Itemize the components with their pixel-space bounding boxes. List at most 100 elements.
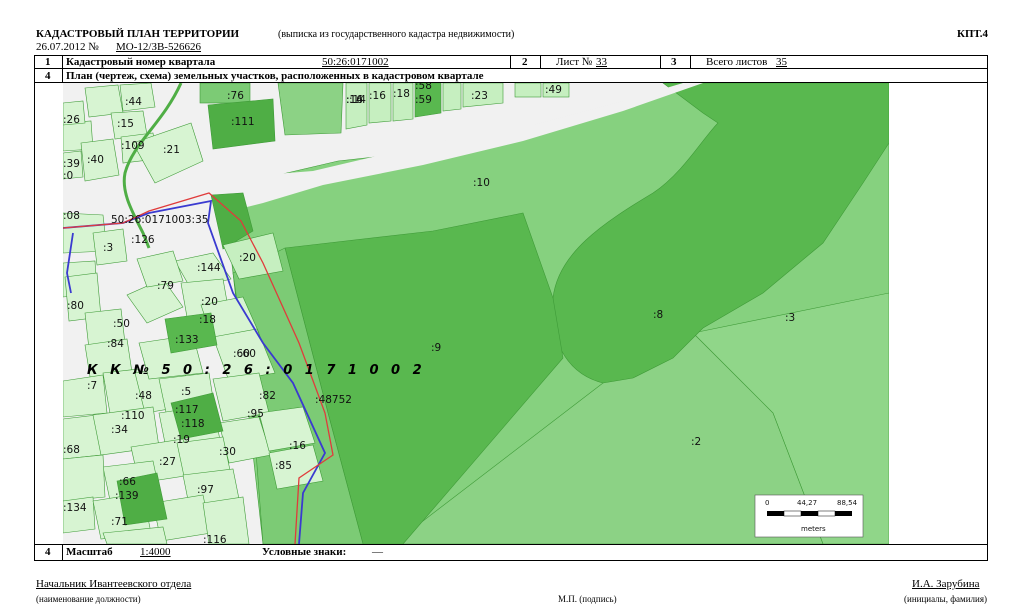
parcel-label: :144 bbox=[197, 262, 221, 274]
parcel-top bbox=[277, 83, 344, 136]
quarter-number-label: Кадастровый номер квартала bbox=[66, 56, 216, 68]
parcel-label: :30 bbox=[219, 446, 236, 458]
parcel-label: :16 bbox=[289, 440, 306, 452]
parcel-label: :110 bbox=[121, 410, 145, 422]
parcel-label: :66 bbox=[119, 476, 136, 488]
parcel-label: :26 bbox=[63, 114, 80, 126]
parcel-label: :48752 bbox=[315, 394, 352, 406]
row-divider bbox=[34, 544, 988, 545]
plan-label: План (чертеж, схема) земельных участков,… bbox=[66, 70, 484, 82]
parcel-label: :21 bbox=[163, 144, 180, 156]
parcel-label: :10 bbox=[473, 177, 490, 189]
parcel-label: :76 bbox=[227, 90, 244, 102]
official-position: Начальник Ивантеевского отдела bbox=[36, 578, 192, 590]
document-subtitle: (выписка из государственного кадастра не… bbox=[278, 29, 515, 40]
parcel-label: :68 bbox=[63, 444, 80, 456]
legend-label: Условные знаки: bbox=[262, 546, 347, 558]
parcel-label: :19 bbox=[173, 434, 190, 446]
parcel-label: :40 bbox=[87, 154, 104, 166]
parcel-label: :18 bbox=[393, 88, 410, 100]
row2-number: 4 bbox=[45, 70, 51, 82]
parcel-label: :97 bbox=[197, 484, 214, 496]
parcel-label: :95 bbox=[247, 408, 264, 420]
cadastral-map: :10 :9 :8 :3 :2 :48752 :111 :76 :14 :44 :15 :16 :40:… bbox=[63, 83, 889, 544]
parcel-label: :20 bbox=[201, 296, 218, 308]
scale-tick-1: 44,27 bbox=[797, 499, 817, 507]
sheet-field-number: 2 bbox=[522, 56, 528, 68]
parcel-label: :80 bbox=[67, 300, 84, 312]
stamp-caption: М.П. (подпись) bbox=[558, 594, 617, 604]
parcel-7 bbox=[442, 83, 462, 112]
name-caption: (инициалы, фамилия) bbox=[904, 594, 987, 604]
parcel-number-label: 50:26:0171003:35 bbox=[111, 214, 208, 226]
parcel-label: :71 bbox=[111, 516, 128, 528]
parcel-label: :7 bbox=[87, 380, 97, 392]
scale-bar: 0 44,27 88,54 meters bbox=[754, 494, 864, 538]
scale-label: Масштаб bbox=[66, 546, 113, 558]
parcel-label: :84 bbox=[107, 338, 124, 350]
col-divider bbox=[540, 55, 541, 68]
parcel-label: :50 bbox=[113, 318, 130, 330]
parcel-label: :85 bbox=[275, 460, 292, 472]
parcel-label: :48 bbox=[135, 390, 152, 402]
parcel-label: :23 bbox=[471, 90, 488, 102]
position-caption: (наименование должности) bbox=[36, 594, 141, 604]
col-divider bbox=[62, 55, 63, 82]
parcel-label: :15 bbox=[117, 118, 134, 130]
parcel-label: :134 bbox=[63, 502, 87, 514]
document-number: МО-12/ЗВ-526626 bbox=[116, 41, 201, 53]
parcel-label: :49 bbox=[545, 84, 562, 96]
parcel-label: :5 bbox=[181, 386, 191, 398]
parcel-label: :14 bbox=[349, 94, 366, 106]
official-name: И.А. Зарубина bbox=[912, 578, 980, 590]
parcel-14 bbox=[345, 83, 368, 130]
col-divider bbox=[690, 55, 691, 68]
parcel-label: :44 bbox=[125, 96, 142, 108]
row1-number: 1 bbox=[45, 56, 51, 68]
parcel-label: :58 bbox=[415, 83, 432, 92]
col-divider bbox=[62, 544, 63, 561]
total-field-number: 3 bbox=[671, 56, 677, 68]
parcel-label: :3 bbox=[103, 242, 113, 254]
scale-tick-0: 0 bbox=[765, 499, 769, 507]
quarter-number-value: 50:26:0171002 bbox=[322, 56, 389, 68]
parcel-label: :08 bbox=[63, 210, 80, 222]
parcel-14-left bbox=[84, 84, 124, 118]
parcel-label: :34 bbox=[111, 424, 128, 436]
parcel-label: :0 bbox=[63, 170, 73, 182]
total-sheets-value: 35 bbox=[776, 56, 787, 68]
parcel-label: :133 bbox=[175, 334, 199, 346]
parcel-16 bbox=[368, 83, 392, 124]
legend-value: — bbox=[372, 546, 383, 558]
sheet-label: Лист № bbox=[556, 56, 593, 68]
parcel-label: :39 bbox=[63, 158, 80, 170]
col-divider bbox=[510, 55, 511, 68]
quarter-label: К К № 5 0 : 2 6 : 0 1 7 1 0 0 2 bbox=[87, 363, 426, 378]
parcel-label: :8 bbox=[653, 309, 663, 321]
parcel-label: :2 bbox=[691, 436, 701, 448]
parcel-label: :82 bbox=[259, 390, 276, 402]
parcel-label: :109 bbox=[121, 140, 145, 152]
scale-tick-2: 88,54 bbox=[837, 499, 858, 507]
scale-unit: meters bbox=[801, 525, 826, 533]
footer-row-number: 4 bbox=[45, 546, 51, 558]
sheet-value: 33 bbox=[596, 56, 607, 68]
parcel-label: :18 bbox=[199, 314, 216, 326]
parcel-label: :111 bbox=[231, 116, 255, 128]
parcel-label: :79 bbox=[157, 280, 174, 292]
document-title: КАДАСТРОВЫЙ ПЛАН ТЕРРИТОРИИ bbox=[36, 28, 240, 40]
parcel-label: :126 bbox=[131, 234, 155, 246]
scale-value: 1:4000 bbox=[140, 546, 171, 558]
parcel-44b bbox=[514, 83, 542, 98]
document-date: 26.07.2012 № bbox=[36, 41, 99, 53]
parcel-label: :9 bbox=[431, 342, 441, 354]
parcel-label: :60 bbox=[239, 348, 256, 360]
parcel-label: :16 bbox=[369, 90, 386, 102]
parcel-label: :27 bbox=[159, 456, 176, 468]
parcel-label: :118 bbox=[181, 418, 205, 430]
row-divider bbox=[34, 68, 988, 69]
parcel-label: :20 bbox=[239, 252, 256, 264]
parcel-label: :116 bbox=[203, 534, 227, 544]
parcel-label: :3 bbox=[785, 312, 795, 324]
col-divider bbox=[660, 55, 661, 68]
